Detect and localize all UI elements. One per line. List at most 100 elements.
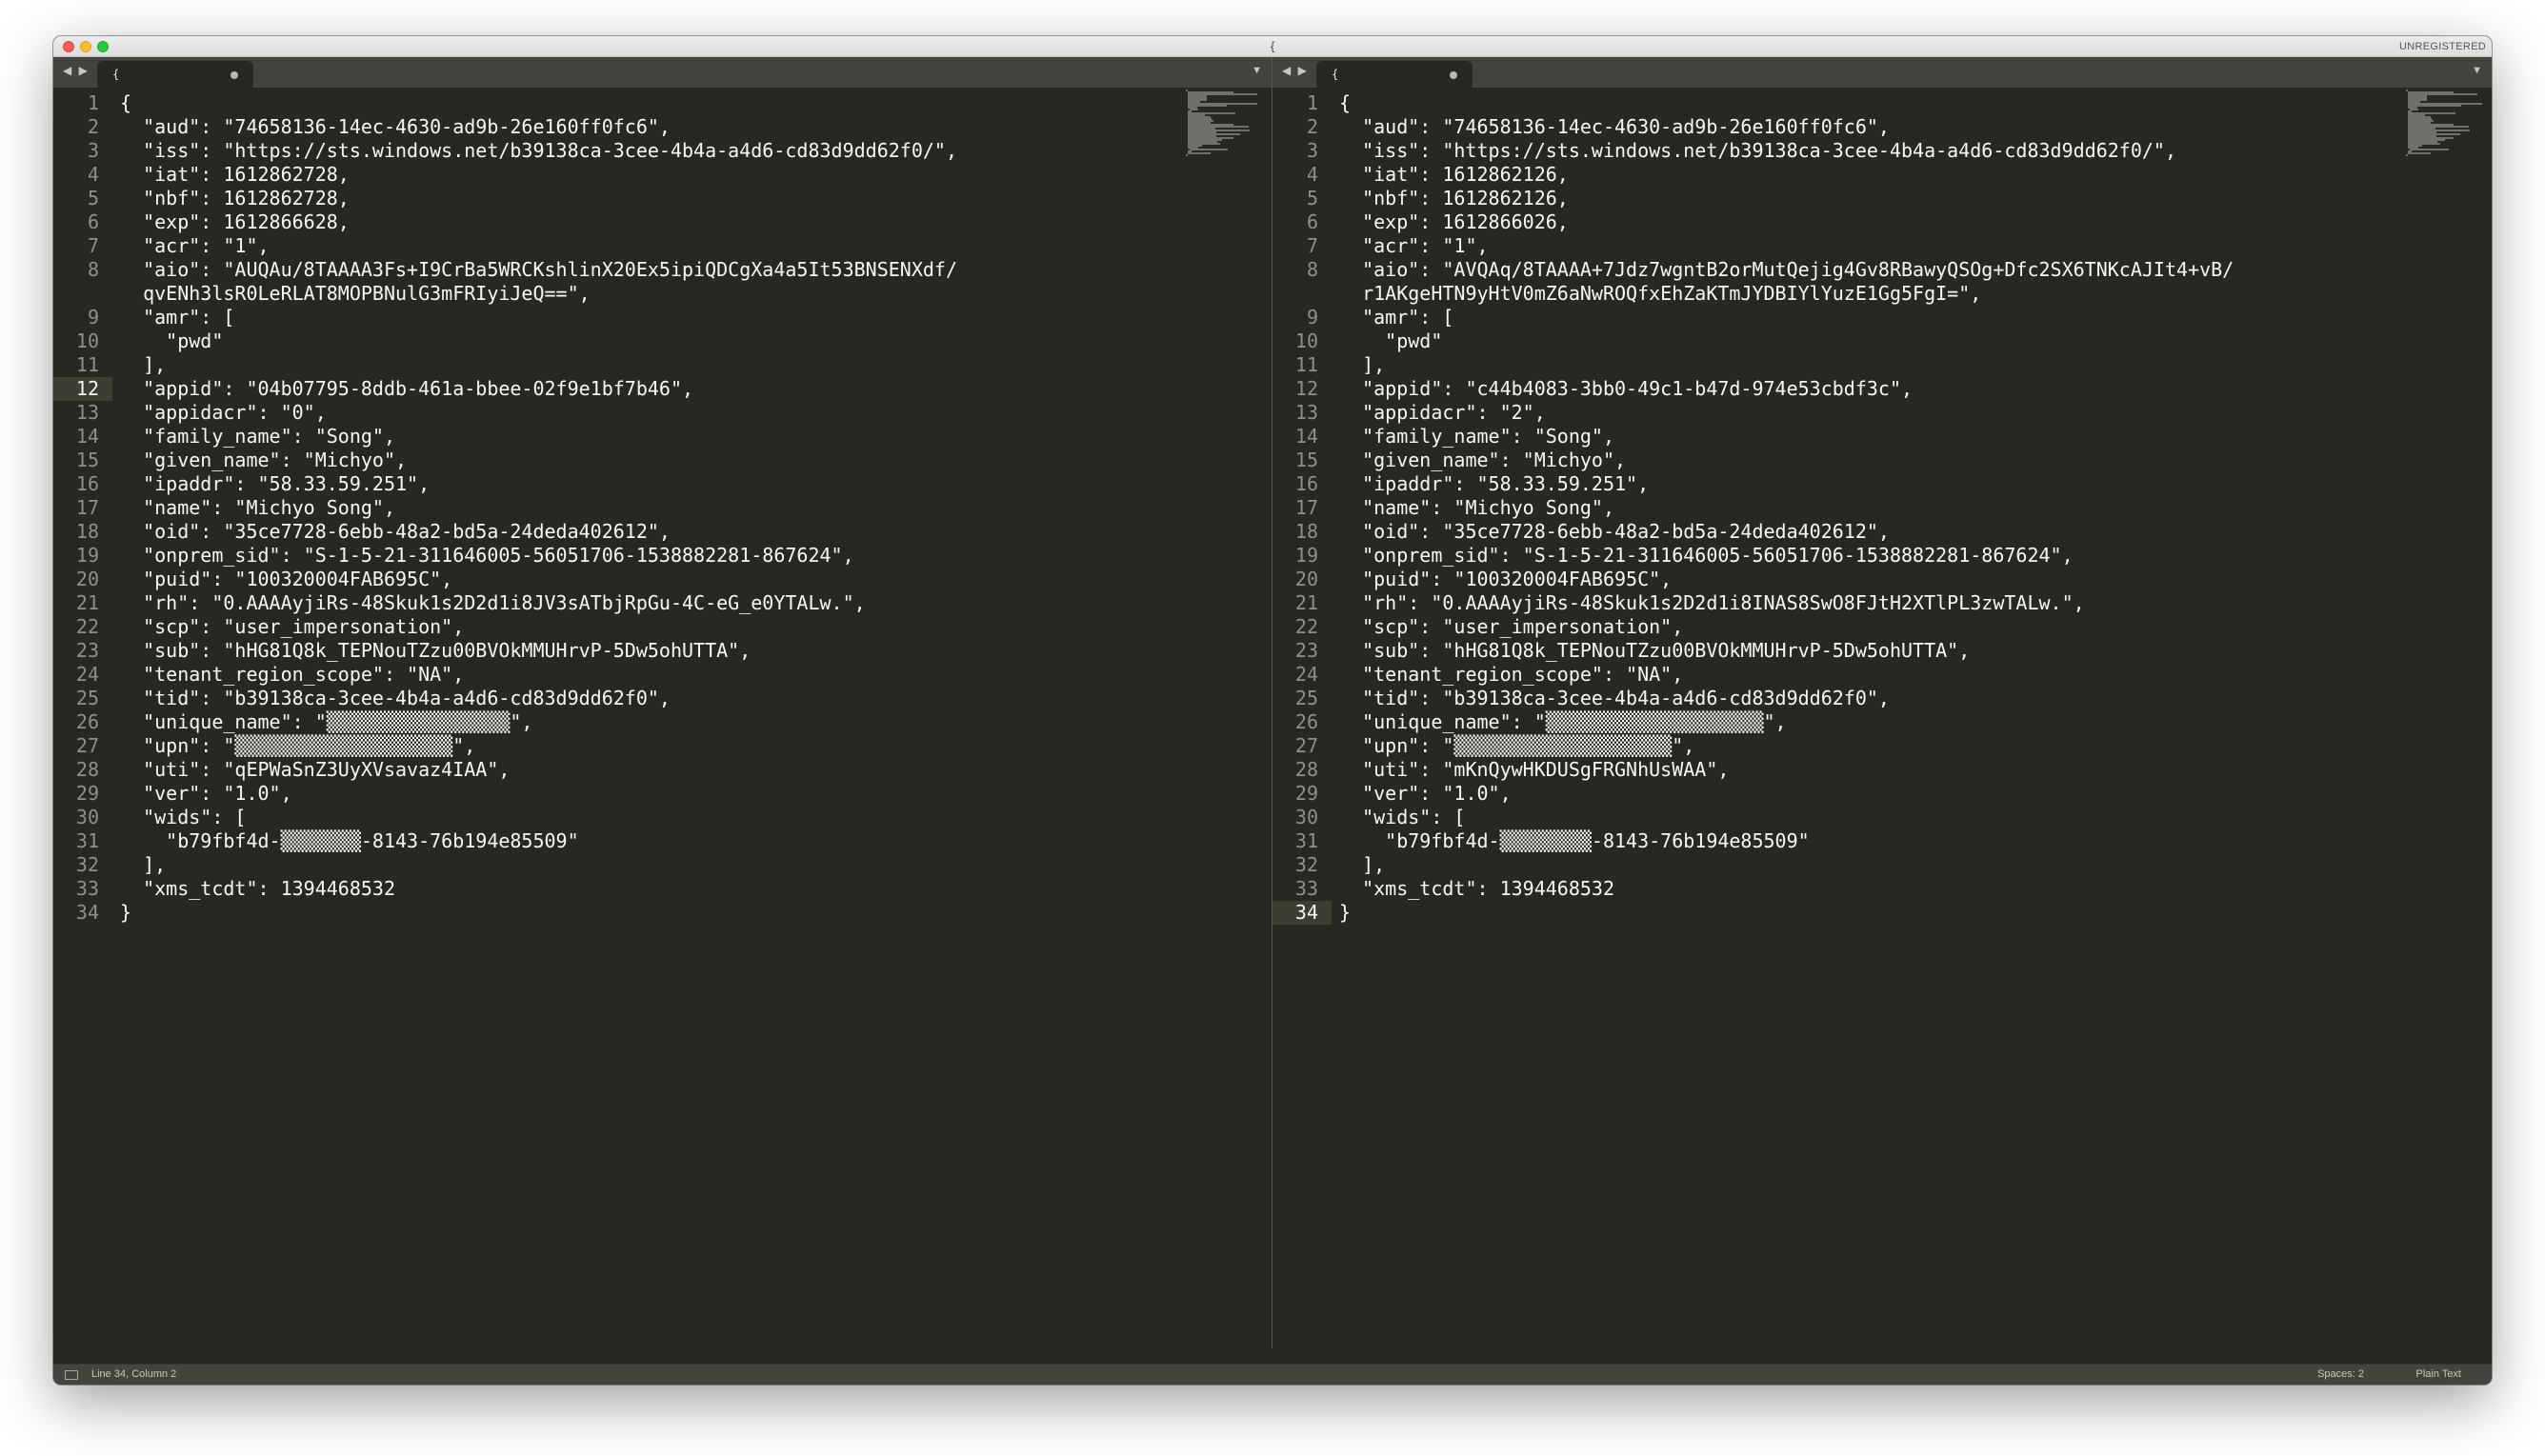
code-area[interactable]: { "aud": "74658136-14ec-4630-ad9b-26e160… <box>120 91 1176 925</box>
tab-nav-arrows[interactable]: ◀ ▶ <box>1282 64 1309 77</box>
syntax-setting[interactable]: Plain Text <box>2416 1368 2462 1380</box>
code-line[interactable]: "b79fbf4d-▒▒▒▒▒▒▒-8143-76b194e85509" <box>120 829 1176 853</box>
panel-toggle-icon[interactable] <box>65 1370 78 1380</box>
code-line[interactable]: "iss": "https://sts.windows.net/b39138ca… <box>120 139 1176 163</box>
code-line[interactable]: { <box>120 91 1176 115</box>
code-line[interactable]: "b79fbf4d-▒▒▒▒▒▒▒▒-8143-76b194e85509" <box>1339 829 2396 853</box>
line-number: 34 <box>75 901 99 924</box>
code-line[interactable]: "tid": "b39138ca-3cee-4b4a-a4d6-cd83d9dd… <box>120 687 1176 710</box>
code-line[interactable]: "unique_name": "▒▒▒▒▒▒▒▒▒▒▒▒▒▒▒▒▒▒▒", <box>1339 710 2396 734</box>
code-line[interactable]: "nbf": 1612862728, <box>120 187 1176 210</box>
code-line[interactable]: "sub": "hHG81Q8k_TEPNouTZzu00BVOkMMUHrvP… <box>1339 639 2396 663</box>
code-line[interactable]: "scp": "user_impersonation", <box>120 615 1176 639</box>
tab-title: { <box>112 68 120 81</box>
code-line[interactable]: "oid": "35ce7728-6ebb-48a2-bd5a-24deda40… <box>120 520 1176 544</box>
code-line[interactable]: "family_name": "Song", <box>1339 425 2396 449</box>
code-line[interactable]: ], <box>1339 853 2396 877</box>
code-line[interactable]: "uti": "mKnQywHKDUSgFRGNhUsWAA", <box>1339 758 2396 782</box>
code-line[interactable]: "exp": 1612866026, <box>1339 210 2396 234</box>
code-line[interactable]: "iat": 1612862126, <box>1339 163 2396 187</box>
code-line[interactable]: "aud": "74658136-14ec-4630-ad9b-26e160ff… <box>1339 115 2396 139</box>
code-line[interactable]: "aio": "AUQAu/8TAAAA3Fs+I9CrBa5WRCKshlin… <box>120 258 1176 282</box>
code-line[interactable]: "sub": "hHG81Q8k_TEPNouTZzu00BVOkMMUHrvP… <box>120 639 1176 663</box>
code-line[interactable]: "appid": "c44b4083-3bb0-49c1-b47d-974e53… <box>1339 377 2396 401</box>
code-line[interactable]: "amr": [ <box>120 306 1176 329</box>
code-line[interactable]: "xms_tcdt": 1394468532 <box>120 877 1176 901</box>
code-line[interactable]: "iss": "https://sts.windows.net/b39138ca… <box>1339 139 2396 163</box>
minimap[interactable] <box>1186 90 1260 156</box>
code-line[interactable]: "oid": "35ce7728-6ebb-48a2-bd5a-24deda40… <box>1339 520 2396 544</box>
code-line[interactable]: "tenant_region_scope": "NA", <box>1339 663 2396 687</box>
line-number-gutter: 1 2 3 4 5 6 7 8 9 10 11 12 13 14 15 16 17 18 19 20 21 22 23 24 2… <box>53 91 112 925</box>
code-line[interactable]: "rh": "0.AAAAyjiRs-48Skuk1s2D2d1i8JV3sAT… <box>120 591 1176 615</box>
unsaved-dot-icon[interactable] <box>230 71 238 79</box>
code-line[interactable]: "acr": "1", <box>120 234 1176 258</box>
code-line[interactable]: "wids": [ <box>1339 806 2396 829</box>
tab-list-dropdown-icon[interactable]: ▼ <box>2472 65 2482 76</box>
code-line[interactable]: "amr": [ <box>1339 306 2396 329</box>
code-line[interactable]: "uti": "qEPWaSnZ3UyXVsavaz4IAA", <box>120 758 1176 782</box>
code-line[interactable]: "onprem_sid": "S-1-5-21-311646005-560517… <box>120 544 1176 568</box>
code-line[interactable]: "family_name": "Song", <box>120 425 1176 449</box>
code-area[interactable]: { "aud": "74658136-14ec-4630-ad9b-26e160… <box>1339 91 2396 925</box>
code-line[interactable]: "tid": "b39138ca-3cee-4b4a-a4d6-cd83d9dd… <box>1339 687 2396 710</box>
code-line[interactable]: "upn": "▒▒▒▒▒▒▒▒▒▒▒▒▒▒▒▒▒▒▒", <box>1339 734 2396 758</box>
code-line[interactable]: ], <box>1339 353 2396 377</box>
line-number: 15 <box>1294 449 1318 471</box>
code-line[interactable]: "appid": "04b07795-8ddb-461a-bbee-02f9e1… <box>120 377 1176 401</box>
code-line[interactable]: "acr": "1", <box>1339 234 2396 258</box>
minimap[interactable] <box>2406 90 2482 156</box>
line-number: 13 <box>1294 401 1318 424</box>
code-line[interactable]: "puid": "100320004FAB695C", <box>1339 568 2396 591</box>
code-line[interactable]: "given_name": "Michyo", <box>120 449 1176 472</box>
right-editor[interactable]: 1 2 3 4 5 6 7 8 9 10 11 12 13 14 15 16 17 18 19 20 21 22 23 24 2… <box>1272 88 2492 1348</box>
code-line[interactable]: ], <box>120 853 1176 877</box>
code-line[interactable]: } <box>1339 901 2396 925</box>
registration-label: UNREGISTERED <box>2399 41 2486 52</box>
code-line[interactable]: "exp": 1612866628, <box>120 210 1176 234</box>
code-line[interactable]: "iat": 1612862728, <box>120 163 1176 187</box>
code-line[interactable]: "xms_tcdt": 1394468532 <box>1339 877 2396 901</box>
left-editor-tab[interactable]: { <box>97 61 253 88</box>
line-number: 9 <box>87 306 99 329</box>
line-number: 5 <box>87 187 99 209</box>
unsaved-dot-icon[interactable] <box>1450 71 1457 79</box>
cursor-position[interactable]: Line 34, Column 2 <box>91 1368 176 1380</box>
code-line[interactable]: "nbf": 1612862126, <box>1339 187 2396 210</box>
code-line[interactable]: "upn": "▒▒▒▒▒▒▒▒▒▒▒▒▒▒▒▒▒▒▒", <box>120 734 1176 758</box>
line-number: 4 <box>1306 163 1318 186</box>
code-line[interactable]: "rh": "0.AAAAyjiRs-48Skuk1s2D2d1i8INAS8S… <box>1339 591 2396 615</box>
line-number: 30 <box>75 806 99 828</box>
right-editor-tab[interactable]: { <box>1316 61 1473 88</box>
code-line[interactable]: "ipaddr": "58.33.59.251", <box>120 472 1176 496</box>
code-line[interactable]: "given_name": "Michyo", <box>1339 449 2396 472</box>
code-line[interactable]: "name": "Michyo Song", <box>1339 496 2396 520</box>
code-line[interactable]: "ver": "1.0", <box>120 782 1176 806</box>
code-line[interactable]: { <box>1339 91 2396 115</box>
code-line[interactable]: "wids": [ <box>120 806 1176 829</box>
code-line[interactable]: "tenant_region_scope": "NA", <box>120 663 1176 687</box>
line-number: 3 <box>1306 139 1318 162</box>
code-line[interactable]: qvENh3lsR0LeRLAT8MOPBNulG3mFRIyiJeQ==", <box>120 282 1176 306</box>
code-line[interactable]: r1AKgeHTN9yHtV0mZ6aNwROQfxEhZaKTmJYDBIYl… <box>1339 282 2396 306</box>
code-line[interactable]: "aio": "AVQAq/8TAAAA+7Jdz7wgntB2orMutQej… <box>1339 258 2396 282</box>
code-line[interactable]: } <box>120 901 1176 925</box>
code-line[interactable]: "ipaddr": "58.33.59.251", <box>1339 472 2396 496</box>
indentation-setting[interactable]: Spaces: 2 <box>2317 1368 2364 1380</box>
code-line[interactable]: "scp": "user_impersonation", <box>1339 615 2396 639</box>
line-number: 21 <box>75 591 99 614</box>
code-line[interactable]: ], <box>120 353 1176 377</box>
code-line[interactable]: "appidacr": "0", <box>120 401 1176 425</box>
tab-list-dropdown-icon[interactable]: ▼ <box>1252 65 1262 76</box>
code-line[interactable]: "unique_name": "▒▒▒▒▒▒▒▒▒▒▒▒▒▒▒▒", <box>120 710 1176 734</box>
tab-nav-arrows[interactable]: ◀ ▶ <box>63 64 90 77</box>
code-line[interactable]: "puid": "100320004FAB695C", <box>120 568 1176 591</box>
left-editor[interactable]: 1 2 3 4 5 6 7 8 9 10 11 12 13 14 15 16 17 18 19 20 21 22 23 24 2… <box>53 88 1272 1348</box>
code-line[interactable]: "pwd" <box>120 329 1176 353</box>
code-line[interactable]: "name": "Michyo Song", <box>120 496 1176 520</box>
code-line[interactable]: "pwd" <box>1339 329 2396 353</box>
code-line[interactable]: "onprem_sid": "S-1-5-21-311646005-560517… <box>1339 544 2396 568</box>
code-line[interactable]: "ver": "1.0", <box>1339 782 2396 806</box>
code-line[interactable]: "appidacr": "2", <box>1339 401 2396 425</box>
code-line[interactable]: "aud": "74658136-14ec-4630-ad9b-26e160ff… <box>120 115 1176 139</box>
